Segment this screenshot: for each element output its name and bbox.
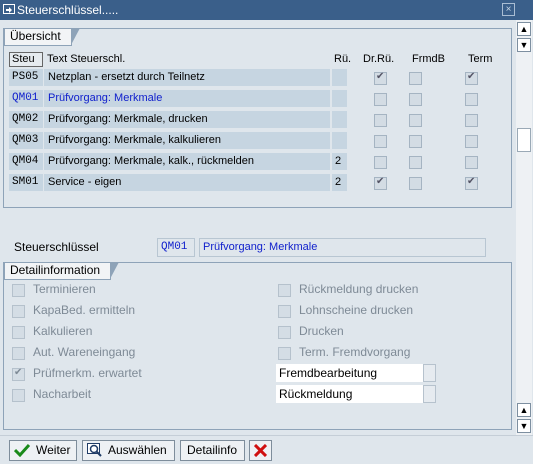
detail-checkbox-label: Rückmeldung drucken xyxy=(299,282,419,296)
row-ru xyxy=(332,69,347,86)
checkmark-icon xyxy=(14,443,30,457)
column-header-key[interactable]: Steu xyxy=(9,52,43,67)
selection-text-field[interactable]: Prüfvorgang: Merkmale xyxy=(199,238,486,257)
row-text[interactable]: Prüfvorgang: Merkmale, kalkulieren xyxy=(44,132,330,149)
detail-checkbox[interactable] xyxy=(12,347,25,360)
row-frmdb-checkbox[interactable] xyxy=(409,156,422,169)
row-term-checkbox[interactable] xyxy=(465,71,478,85)
dialog-content: Übersicht Steu Text Steuerschl. Rü. Dr.R… xyxy=(0,20,514,435)
scroll-up-icon[interactable]: ▲ xyxy=(517,22,531,36)
row-term-checkbox[interactable] xyxy=(465,114,478,127)
selection-key-field[interactable]: QM01 xyxy=(157,238,195,257)
row-text[interactable]: Prüfvorgang: Merkmale, drucken xyxy=(44,111,330,128)
row-ru xyxy=(332,90,347,107)
row-frmdb-checkbox[interactable] xyxy=(409,93,422,106)
scroll-down-bottom-icon[interactable]: ▼ xyxy=(517,419,531,433)
detail-checkbox-label: Lohnscheine drucken xyxy=(299,303,414,317)
scroll-down-icon[interactable]: ▼ xyxy=(517,38,531,52)
row-key[interactable]: QM01 xyxy=(9,90,43,107)
column-header-drru: Dr.Rü. xyxy=(363,53,395,65)
detail-checkbox[interactable] xyxy=(278,284,291,297)
row-frmdb-checkbox[interactable] xyxy=(409,72,422,85)
row-frmdb-checkbox[interactable] xyxy=(409,114,422,127)
detail-checkbox-label: Kalkulieren xyxy=(33,324,93,338)
row-drru-checkbox[interactable] xyxy=(374,114,387,127)
select-magnifier-icon xyxy=(87,443,102,457)
row-drru-checkbox[interactable] xyxy=(374,135,387,148)
row-key[interactable]: SM01 xyxy=(9,174,43,191)
row-text[interactable]: Service - eigen xyxy=(44,174,330,191)
detail-checkbox-label: Term. Fremdvorgang xyxy=(299,345,411,359)
row-drru-checkbox[interactable] xyxy=(374,176,387,190)
detailinfo-button[interactable]: Detailinfo xyxy=(180,440,245,461)
detail-checkbox[interactable] xyxy=(278,347,291,360)
button-bar: Weiter Auswählen Detailinfo xyxy=(0,435,533,464)
cancel-x-icon xyxy=(254,444,267,457)
row-ru: 2 xyxy=(332,174,347,191)
detail-checkbox[interactable] xyxy=(12,284,25,297)
fremdbearbeitung-field[interactable] xyxy=(423,364,436,382)
auswaehlen-button[interactable]: Auswählen xyxy=(82,440,175,461)
detail-checkbox-label: Terminieren xyxy=(33,282,96,296)
cancel-button[interactable] xyxy=(249,440,272,461)
detail-checkbox[interactable] xyxy=(12,305,25,318)
window-titlebar: Steuerschlüssel..... × xyxy=(0,0,533,20)
detail-checkbox[interactable] xyxy=(12,389,25,402)
row-text[interactable]: Netzplan - ersetzt durch Teilnetz xyxy=(44,69,330,86)
row-frmdb-checkbox[interactable] xyxy=(409,177,422,190)
close-icon[interactable]: × xyxy=(502,3,515,16)
row-term-checkbox[interactable] xyxy=(465,93,478,106)
scroll-up-bottom-icon[interactable]: ▲ xyxy=(517,403,531,417)
detail-checkbox-label: KapaBed. ermitteln xyxy=(33,303,136,317)
row-term-checkbox[interactable] xyxy=(465,156,478,169)
window-icon xyxy=(3,4,15,14)
row-drru-checkbox[interactable] xyxy=(374,93,387,106)
column-header-term: Term xyxy=(468,53,493,65)
detail-checkbox-label: Nacharbeit xyxy=(33,387,92,401)
row-term-checkbox[interactable] xyxy=(465,176,478,190)
selection-label: Steuerschlüssel xyxy=(14,240,99,254)
detail-checkbox-label: Aut. Wareneingang xyxy=(33,345,136,359)
column-header-ru: Rü. xyxy=(334,53,352,65)
fremdbearbeitung-label: Fremdbearbeitung xyxy=(276,364,425,382)
auswaehlen-label: Auswählen xyxy=(108,443,167,457)
rueckmeldung-label: Rückmeldung xyxy=(276,385,425,403)
weiter-button[interactable]: Weiter xyxy=(9,440,77,461)
detail-checkbox-label: Prüfmerkm. erwartet xyxy=(33,366,142,380)
rueckmeldung-field[interactable] xyxy=(423,385,436,403)
detail-checkbox[interactable] xyxy=(278,305,291,318)
detail-checkbox[interactable] xyxy=(12,326,25,339)
detail-group-title: Detailinformation xyxy=(4,262,120,280)
row-frmdb-checkbox[interactable] xyxy=(409,135,422,148)
detail-checkbox[interactable] xyxy=(278,326,291,339)
row-key[interactable]: QM03 xyxy=(9,132,43,149)
detailinfo-label: Detailinfo xyxy=(187,443,238,457)
row-key[interactable]: QM04 xyxy=(9,153,43,170)
row-ru xyxy=(332,111,347,128)
detail-checkbox-label: Drucken xyxy=(299,324,344,338)
vertical-scrollbar[interactable]: ▲ ▼ ▲ ▼ xyxy=(516,20,532,435)
scroll-thumb[interactable] xyxy=(517,128,531,152)
overview-group-title: Übersicht xyxy=(4,28,80,46)
column-header-frmdb: FrmdB xyxy=(412,53,445,65)
row-key[interactable]: PS05 xyxy=(9,69,43,86)
row-drru-checkbox[interactable] xyxy=(374,71,387,85)
row-ru xyxy=(332,132,347,149)
row-term-checkbox[interactable] xyxy=(465,135,478,148)
weiter-label: Weiter xyxy=(36,443,71,457)
row-ru: 2 xyxy=(332,153,347,170)
row-text[interactable]: Prüfvorgang: Merkmale xyxy=(44,90,330,107)
column-header-text: Text Steuerschl. xyxy=(47,53,126,65)
row-text[interactable]: Prüfvorgang: Merkmale, kalk., rückmelden xyxy=(44,153,330,170)
detail-checkbox[interactable] xyxy=(12,367,25,381)
window-title: Steuerschlüssel..... xyxy=(17,3,119,17)
row-key[interactable]: QM02 xyxy=(9,111,43,128)
row-drru-checkbox[interactable] xyxy=(374,156,387,169)
